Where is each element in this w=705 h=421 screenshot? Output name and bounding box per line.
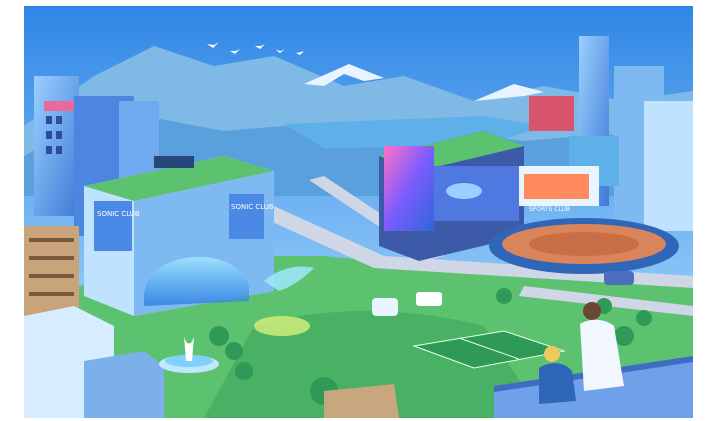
digital-billboard xyxy=(384,146,434,231)
sonic-club-building: SONIC CLUB SONIC CLUB xyxy=(84,156,274,316)
sign-sports-club: SPORTS CLUB xyxy=(529,206,570,213)
city-illustration: SONIC CLUB SONIC CLUB SPORTS CLUB xyxy=(24,6,693,418)
sign-sonic-club-right: SONIC CLUB xyxy=(231,203,274,211)
hologram-lawn xyxy=(254,316,310,336)
sign-sonic-club-left: SONIC CLUB xyxy=(97,210,140,218)
